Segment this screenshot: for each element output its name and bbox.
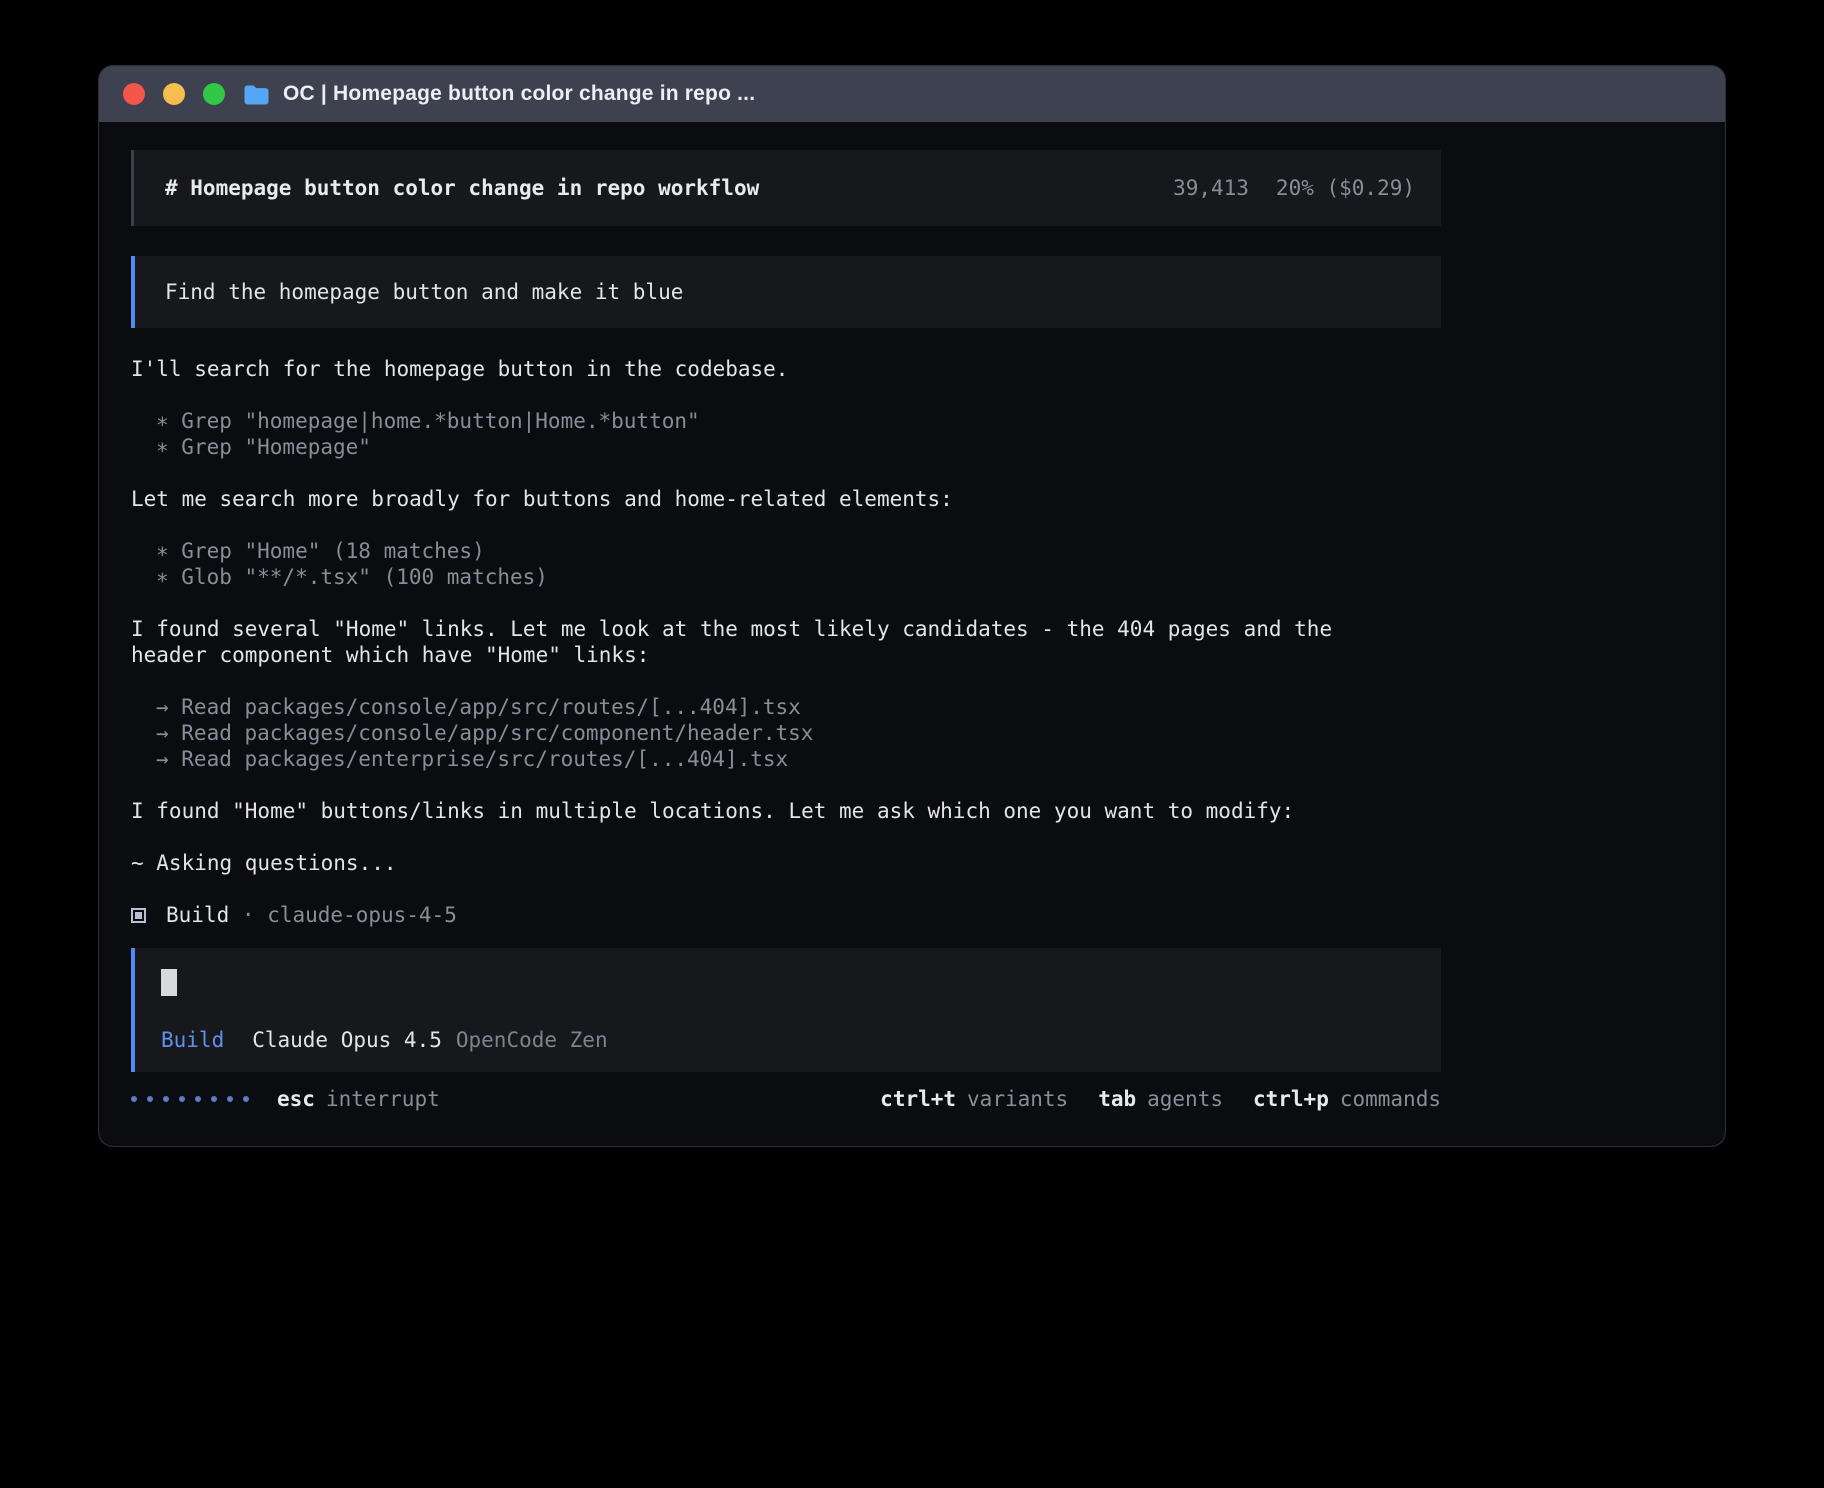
shortcut-agents: tab agents [1098, 1086, 1223, 1112]
interrupt-label: interrupt [326, 1086, 440, 1112]
session-title: # Homepage button color change in repo w… [165, 175, 759, 201]
mode-indicator[interactable]: Build [161, 1027, 224, 1053]
traffic-lights [123, 83, 225, 105]
provider-indicator: OpenCode Zen [456, 1027, 608, 1053]
text-cursor [161, 969, 177, 996]
folder-icon [243, 84, 270, 105]
conversation: I'll search for the homepage button in t… [131, 356, 1381, 928]
titlebar[interactable]: OC | Homepage button color change in rep… [99, 66, 1725, 122]
status-bar: esc interrupt ctrl+t variants tab agents ct… [131, 1086, 1441, 1112]
tool-call-read: → Read packages/enterprise/src/routes/[.… [131, 746, 1381, 772]
terminal-content: # Homepage button color change in repo w… [99, 122, 1725, 1146]
tool-call-read: → Read packages/console/app/src/componen… [131, 720, 1381, 746]
tool-call-grep: ∗ Grep "Home" (18 matches) [131, 538, 1381, 564]
agent-model: claude-opus-4-5 [267, 903, 457, 927]
user-message: Find the homepage button and make it blu… [131, 256, 1441, 328]
interrupt-hint: esc interrupt [277, 1086, 440, 1112]
status-message: ~ Asking questions... [131, 850, 1381, 876]
tool-call-read: → Read packages/console/app/src/routes/[… [131, 694, 1381, 720]
agent-separator: · [242, 903, 255, 927]
assistant-message: I'll search for the homepage button in t… [131, 356, 1381, 382]
close-button[interactable] [123, 83, 145, 105]
agent-icon [131, 908, 146, 923]
shortcut-key: ctrl+t [880, 1086, 956, 1112]
tool-call-grep: ∗ Grep "Homepage" [131, 434, 1381, 460]
user-message-text: Find the homepage button and make it blu… [165, 279, 683, 305]
agent-name: Build [166, 903, 229, 927]
window-title: OC | Homepage button color change in rep… [283, 82, 755, 106]
shortcut-label: agents [1147, 1086, 1223, 1112]
assistant-message: Let me search more broadly for buttons a… [131, 486, 1381, 512]
assistant-message: I found "Home" buttons/links in multiple… [131, 798, 1381, 824]
input-meta: Build Claude Opus 4.5 OpenCode Zen [161, 1027, 1415, 1053]
terminal-window: OC | Homepage button color change in rep… [99, 66, 1725, 1146]
model-indicator[interactable]: Claude Opus 4.5 [252, 1027, 442, 1053]
shortcut-label: commands [1340, 1086, 1441, 1112]
message-input[interactable]: Build Claude Opus 4.5 OpenCode Zen [131, 948, 1441, 1072]
shortcut-key: ctrl+p [1253, 1086, 1329, 1112]
shortcut-commands: ctrl+p commands [1253, 1086, 1441, 1112]
token-count: 39,413 [1173, 175, 1249, 201]
tool-call-glob: ∗ Glob "**/*.tsx" (100 matches) [131, 564, 1381, 590]
context-usage: 20% ($0.29) [1276, 175, 1415, 201]
interrupt-key: esc [277, 1086, 315, 1112]
zoom-button[interactable] [203, 83, 225, 105]
tool-call-grep: ∗ Grep "homepage|home.*button|Home.*butt… [131, 408, 1381, 434]
shortcut-variants: ctrl+t variants [880, 1086, 1068, 1112]
agent-label: Build · claude-opus-4-5 [166, 902, 457, 928]
status-left: esc interrupt [131, 1086, 440, 1112]
session-meta: 39,413 20% ($0.29) [1173, 175, 1415, 201]
assistant-message: I found several "Home" links. Let me loo… [131, 616, 1381, 668]
minimize-button[interactable] [163, 83, 185, 105]
agent-status-line: Build · claude-opus-4-5 [131, 902, 1381, 928]
title-group: OC | Homepage button color change in rep… [243, 82, 755, 106]
working-spinner [131, 1096, 249, 1102]
shortcut-key: tab [1098, 1086, 1136, 1112]
status-shortcuts: ctrl+t variants tab agents ctrl+p commands [880, 1086, 1441, 1112]
session-header: # Homepage button color change in repo w… [131, 150, 1441, 226]
shortcut-label: variants [967, 1086, 1068, 1112]
